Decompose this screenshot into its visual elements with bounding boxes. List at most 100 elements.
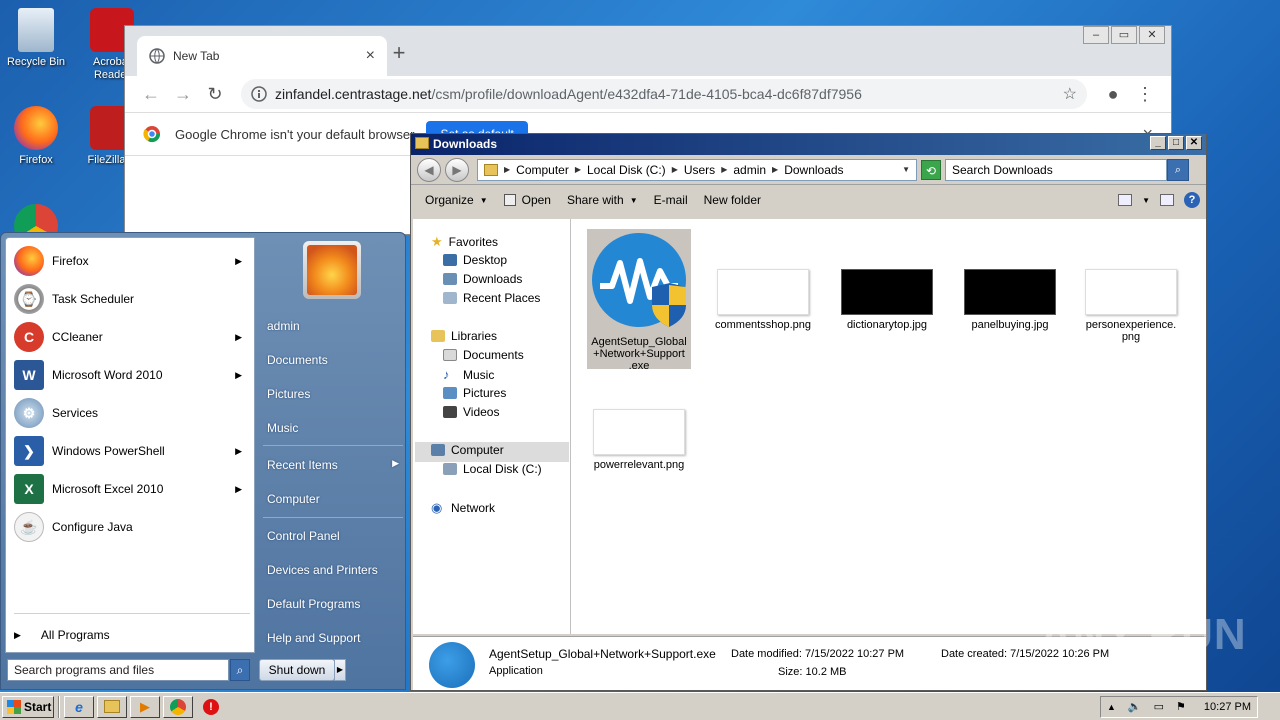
music-link[interactable]: Music: [267, 421, 399, 435]
nav-pictures[interactable]: Pictures: [443, 386, 506, 400]
open-button[interactable]: Open: [496, 193, 559, 207]
nav-network[interactable]: ◉ Network: [431, 500, 495, 516]
devices-printers-link[interactable]: Devices and Printers: [267, 563, 399, 577]
program-configure-java[interactable]: ☕ Configure Java: [6, 508, 254, 546]
details-date-modified: Date modified: 7/15/2022 10:27 PM: [731, 648, 904, 660]
nav-documents[interactable]: Documents: [443, 348, 524, 362]
taskbar-explorer[interactable]: [97, 695, 127, 718]
action-center-icon[interactable]: ⚑: [1176, 700, 1186, 713]
close-button[interactable]: ✕: [1139, 26, 1165, 44]
breadcrumb-item[interactable]: Downloads: [784, 163, 843, 177]
chrome-tab[interactable]: New Tab ×: [137, 36, 387, 76]
minimize-button[interactable]: ‒: [1083, 26, 1109, 44]
program-services[interactable]: ⚙ Services: [6, 394, 254, 432]
nav-desktop[interactable]: Desktop: [443, 253, 507, 267]
show-hidden-icons[interactable]: ▲: [1107, 702, 1116, 712]
documents-link[interactable]: Documents: [267, 353, 399, 367]
pictures-link[interactable]: Pictures: [267, 387, 399, 401]
nav-music[interactable]: ♪ Music: [443, 367, 494, 382]
details-size: Size: 10.2 MB: [778, 666, 847, 678]
program-task-scheduler[interactable]: ⌚ Task Scheduler: [6, 280, 254, 318]
nav-computer[interactable]: Computer: [431, 443, 504, 457]
breadcrumb-item[interactable]: Computer: [516, 163, 569, 177]
shutdown-options-button[interactable]: ▶: [334, 659, 346, 681]
start-button[interactable]: Start: [2, 695, 54, 718]
taskbar-stop-app[interactable]: !: [196, 696, 226, 718]
chevron-down-icon[interactable]: ▼: [1142, 196, 1150, 205]
user-folder-link[interactable]: admin: [267, 319, 399, 333]
search-icon[interactable]: ⌕: [1167, 158, 1189, 181]
refresh-icon[interactable]: ⟲: [921, 159, 941, 180]
computer-link[interactable]: Computer: [267, 492, 399, 506]
breadcrumb-item[interactable]: admin: [733, 163, 766, 177]
close-button[interactable]: ✕: [1186, 136, 1202, 150]
system-tray: ▲ 🔈 ▭ ⚑ 10:27 PM: [1100, 695, 1258, 718]
all-programs-button[interactable]: ▶ All Programs: [14, 628, 110, 642]
taskbar-ie[interactable]: e: [64, 695, 94, 718]
submenu-arrow-icon: ▶: [235, 369, 242, 380]
help-icon[interactable]: ?: [1184, 192, 1200, 208]
nav-videos[interactable]: Videos: [443, 405, 499, 419]
help-support-link[interactable]: Help and Support: [267, 631, 399, 645]
address-bar[interactable]: zinfandel.centrastage.net/csm/profile/do…: [241, 79, 1087, 109]
profile-icon[interactable]: ●: [1097, 84, 1129, 105]
email-button[interactable]: E-mail: [646, 193, 696, 207]
file-item[interactable]: panelbuying.jpg: [958, 269, 1062, 331]
image-thumbnail: [841, 269, 933, 315]
open-label: Open: [521, 193, 551, 207]
preview-pane-icon[interactable]: [1160, 194, 1174, 206]
nav-label: Computer: [451, 443, 504, 457]
breadcrumb-item[interactable]: Local Disk (C:): [587, 163, 666, 177]
taskbar-media-player[interactable]: ▶: [130, 695, 160, 718]
start-search-input[interactable]: Search programs and files: [7, 659, 229, 681]
default-programs-link[interactable]: Default Programs: [267, 597, 399, 611]
program-ccleaner[interactable]: C CCleaner ▶: [6, 318, 254, 356]
control-panel-link[interactable]: Control Panel: [267, 529, 399, 543]
file-item[interactable]: AgentSetup_Global +Network+Support .exe: [587, 229, 691, 372]
shutdown-button[interactable]: Shut down: [259, 659, 335, 681]
file-item[interactable]: powerrelevant.png: [587, 409, 691, 471]
minimize-button[interactable]: _: [1150, 136, 1166, 150]
program-firefox[interactable]: Firefox ▶: [6, 242, 254, 280]
clock[interactable]: 10:27 PM: [1204, 701, 1251, 713]
nav-local-disk[interactable]: Local Disk (C:): [443, 462, 542, 476]
search-input[interactable]: Search Downloads: [945, 158, 1167, 181]
breadcrumb[interactable]: ▶ Computer ▶ Local Disk (C:) ▶ Users ▶ a…: [477, 158, 917, 181]
maximize-button[interactable]: □: [1168, 136, 1184, 150]
taskbar-chrome[interactable]: [163, 695, 193, 718]
new-folder-button[interactable]: New folder: [696, 193, 769, 207]
bookmark-star-icon[interactable]: ☆: [1063, 84, 1077, 104]
share-with-button[interactable]: Share with ▼: [559, 193, 646, 207]
search-icon[interactable]: ⌕: [230, 659, 250, 681]
breadcrumb-item[interactable]: Users: [684, 163, 715, 177]
new-tab-button[interactable]: +: [387, 40, 411, 66]
file-item[interactable]: dictionarytop.jpg: [835, 269, 939, 331]
recent-items-link[interactable]: Recent Items ▶: [267, 458, 399, 472]
nav-recent-places[interactable]: Recent Places: [443, 291, 540, 305]
forward-button[interactable]: ▶: [445, 157, 469, 182]
program-powershell[interactable]: ❯ Windows PowerShell ▶: [6, 432, 254, 470]
back-button[interactable]: ◀: [417, 157, 441, 182]
file-item[interactable]: personexperience. png: [1079, 269, 1183, 343]
nav-favorites[interactable]: ★ Favorites: [431, 234, 498, 250]
organize-button[interactable]: Organize ▼: [417, 193, 496, 207]
desktop-icon-firefox[interactable]: Firefox: [0, 106, 72, 167]
nav-downloads[interactable]: Downloads: [443, 272, 522, 286]
forward-button[interactable]: →: [167, 84, 199, 105]
nav-libraries[interactable]: Libraries: [431, 329, 497, 343]
program-excel[interactable]: X Microsoft Excel 2010 ▶: [6, 470, 254, 508]
network-icon[interactable]: ▭: [1154, 700, 1164, 713]
file-item[interactable]: commentsshop.png: [711, 269, 815, 331]
restore-button[interactable]: ▭: [1111, 26, 1137, 44]
close-tab-icon[interactable]: ×: [366, 47, 375, 65]
program-word[interactable]: W Microsoft Word 2010 ▶: [6, 356, 254, 394]
view-icon[interactable]: [1118, 194, 1133, 206]
reload-button[interactable]: ↻: [199, 84, 231, 105]
back-button[interactable]: ←: [135, 84, 167, 105]
chevron-down-icon[interactable]: ▼: [902, 165, 910, 174]
menu-icon[interactable]: ⋮: [1129, 84, 1161, 105]
desktop-icon-recycle-bin[interactable]: Recycle Bin: [0, 8, 72, 69]
url-text: zinfandel.centrastage.net/csm/profile/do…: [275, 86, 862, 102]
volume-icon[interactable]: 🔈: [1128, 700, 1142, 713]
taskbar: Start e ▶ ! ▲ 🔈 ▭ ⚑ 10:27 PM: [0, 692, 1280, 720]
